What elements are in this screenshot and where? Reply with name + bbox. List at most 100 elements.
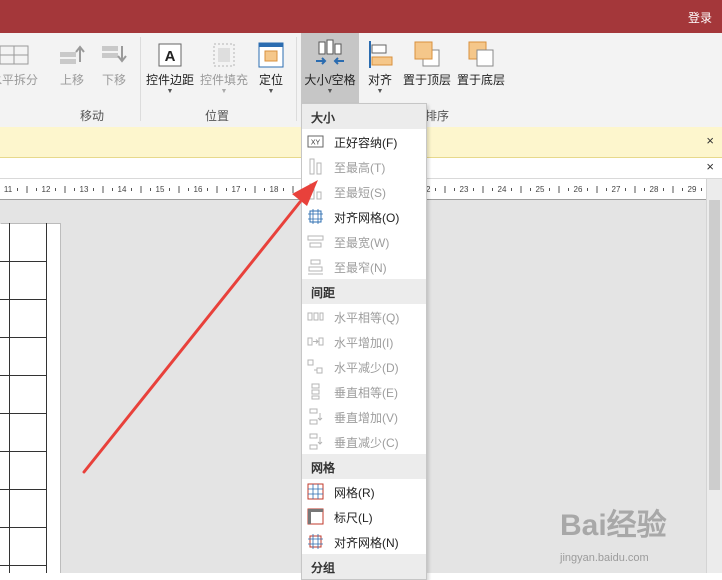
menu-section-header: 间距 — [302, 279, 426, 304]
watermark-logo: Bai经验 jingyan.baidu.com — [560, 509, 667, 564]
menu-item-label: 至最宽(W) — [334, 236, 390, 250]
scrollbar-thumb[interactable] — [709, 200, 720, 490]
menu-section-header: 网格 — [302, 454, 426, 479]
move-down-button[interactable]: 下移 — [94, 33, 134, 100]
chevron-down-icon: ▼ — [326, 88, 334, 95]
control-padding-button[interactable]: 控件填充 ▼ — [198, 33, 250, 100]
split-horizontal-icon — [0, 38, 30, 70]
to-shortest-icon — [307, 183, 324, 200]
ruler-tick-label: 13 — [80, 185, 89, 194]
to-widest-icon — [307, 233, 324, 250]
menu-item-label: 至最高(T) — [334, 161, 386, 175]
fit-icon: XY — [307, 133, 324, 150]
menu-item[interactable]: 对齐网格(O) — [302, 204, 426, 229]
control-margins-button[interactable]: A 控件边距 ▼ — [144, 33, 196, 100]
ruler-tick-label: 29 — [688, 185, 697, 194]
v-equal-icon — [307, 383, 324, 400]
size-space-icon — [314, 38, 346, 70]
to-tallest-icon — [307, 158, 324, 175]
close-infobar-icon[interactable]: × — [706, 133, 714, 148]
menu-item[interactable]: 水平减少(D) — [302, 354, 426, 379]
menu-item-label: 垂直减少(C) — [334, 436, 399, 450]
v-increase-icon — [307, 408, 324, 425]
ruler-tick-label: 15 — [156, 185, 165, 194]
menu-item[interactable]: 至最窄(N) — [302, 254, 426, 279]
bring-to-front-button[interactable]: 置于顶层 — [400, 33, 454, 100]
chevron-down-icon: ▼ — [220, 88, 228, 95]
anchoring-icon — [255, 38, 287, 70]
ruler-tick-label: 12 — [42, 185, 51, 194]
menu-item-label: 至最短(S) — [334, 186, 386, 200]
chevron-down-icon: ▼ — [166, 88, 174, 95]
ruler-tick-label: 28 — [650, 185, 659, 194]
snap-grid-icon — [307, 208, 324, 225]
h-decrease-icon — [307, 358, 324, 375]
menu-item-label: 标尺(L) — [334, 511, 373, 525]
menu-item-label: 水平相等(Q) — [334, 311, 400, 325]
move-up-button[interactable]: 上移 — [52, 33, 92, 100]
menu-item[interactable]: 垂直相等(E) — [302, 379, 426, 404]
align-button[interactable]: 对齐 ▼ — [362, 33, 398, 100]
menu-item[interactable]: 标尺(L) — [302, 504, 426, 529]
ruler-tick-label: 26 — [574, 185, 583, 194]
menu-item[interactable]: 至最宽(W) — [302, 229, 426, 254]
group-label-position: 位置 — [205, 109, 230, 123]
menu-item-label: 网格(R) — [334, 486, 375, 500]
menu-item[interactable]: 垂直减少(C) — [302, 429, 426, 454]
split-horizontal-button[interactable]: 水平拆分 — [0, 33, 42, 100]
move-up-icon — [56, 38, 88, 70]
login-link[interactable]: 登录 — [688, 9, 712, 26]
align-icon — [364, 38, 396, 70]
close-document-icon[interactable]: × — [706, 159, 714, 174]
menu-item[interactable]: 网格(R) — [302, 479, 426, 504]
anchoring-button[interactable]: 定位 ▼ — [254, 33, 288, 100]
ruler-tick-label: 14 — [118, 185, 127, 194]
group-label-move: 移动 — [80, 109, 105, 123]
control-margins-icon: A — [154, 38, 186, 70]
size-space-button[interactable]: 大小/空格 ▼ — [301, 33, 359, 103]
size-space-menu: 大小 XY 正好容纳(F) 至最高(T) 至最短(S) 对齐网格(O) 至最宽(W) 至最窄(… — [301, 103, 427, 580]
menu-item[interactable]: 垂直增加(V) — [302, 404, 426, 429]
svg-text:A: A — [165, 48, 176, 65]
menu-item-label: 正好容纳(F) — [334, 136, 398, 150]
send-to-back-button[interactable]: 置于底层 — [454, 33, 508, 100]
control-padding-icon — [208, 38, 240, 70]
svg-text:XY: XY — [311, 140, 321, 147]
menu-item[interactable]: XY 正好容纳(F) — [302, 129, 426, 154]
form-grid[interactable] — [0, 223, 61, 573]
menu-section-header: 分组 — [302, 554, 426, 579]
ruler-tick-label: 27 — [612, 185, 621, 194]
menu-item-label: 对齐网格(N) — [334, 536, 399, 550]
menu-item-label: 对齐网格(O) — [334, 211, 400, 225]
v-decrease-icon — [307, 433, 324, 450]
chevron-down-icon: ▼ — [267, 88, 275, 95]
menu-item-label: 水平增加(I) — [334, 336, 394, 350]
menu-section-header: 大小 — [302, 104, 426, 129]
ruler-tick-label: 24 — [498, 185, 507, 194]
ruler-tick-label: 17 — [232, 185, 241, 194]
ruler-tick-label: 23 — [460, 185, 469, 194]
bring-to-front-icon — [411, 38, 443, 70]
h-equal-icon — [307, 308, 324, 325]
menu-item-label: 至最窄(N) — [334, 261, 387, 275]
title-bar: 登录 — [0, 0, 722, 33]
menu-item-label: 垂直相等(E) — [334, 386, 398, 400]
menu-item[interactable]: 对齐网格(N) — [302, 529, 426, 554]
group-divider — [140, 37, 141, 121]
move-down-icon — [98, 38, 130, 70]
ruler-tick-label: 18 — [270, 185, 279, 194]
group-label-arrange: 排序 — [425, 109, 450, 123]
menu-item[interactable]: 至最高(T) — [302, 154, 426, 179]
ruler-tick-label: 16 — [194, 185, 203, 194]
group-divider — [296, 37, 297, 121]
ruler-tick-label: 25 — [536, 185, 545, 194]
to-narrowest-icon — [307, 258, 324, 275]
menu-item[interactable]: 至最短(S) — [302, 179, 426, 204]
menu-item-label: 水平减少(D) — [334, 361, 399, 375]
menu-item[interactable]: 水平增加(I) — [302, 329, 426, 354]
h-increase-icon — [307, 333, 324, 350]
ruler-tick-label: 11 — [4, 185, 13, 194]
menu-item[interactable]: 水平相等(Q) — [302, 304, 426, 329]
menu-item-label: 垂直增加(V) — [334, 411, 398, 425]
chevron-down-icon: ▼ — [376, 88, 384, 95]
